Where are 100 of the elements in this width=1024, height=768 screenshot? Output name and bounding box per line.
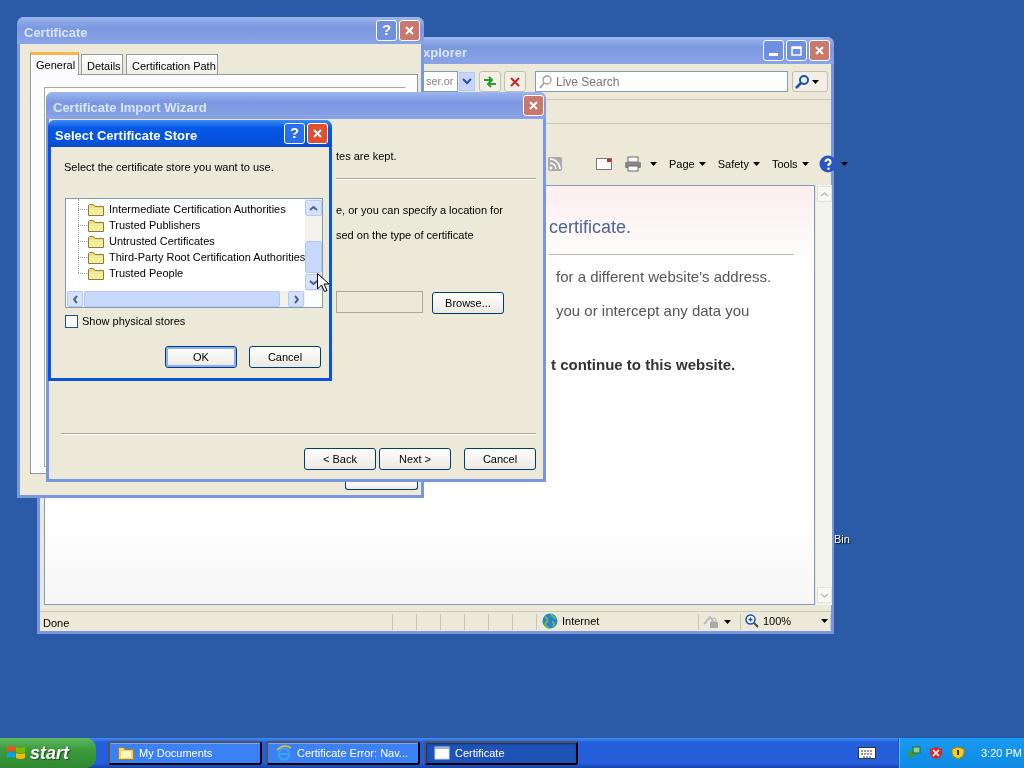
tree-item[interactable]: Trusted People [66, 265, 184, 281]
window-icon [434, 745, 450, 761]
taskbar-button[interactable]: Certificate [424, 741, 578, 765]
cancel-button[interactable]: Cancel [249, 346, 321, 368]
caret-icon [650, 162, 657, 166]
next-button[interactable]: Next > [379, 448, 451, 470]
browse-button[interactable]: Browse... [432, 292, 504, 314]
caret-icon [724, 620, 731, 624]
cancel-button[interactable]: Cancel [464, 448, 536, 470]
start-button[interactable]: start [0, 738, 96, 768]
instruction-text: sed on the type of certificate [336, 228, 474, 243]
desktop-icon-label[interactable]: Bin [834, 531, 850, 548]
scroll-up-icon [820, 192, 829, 197]
close-button[interactable] [809, 40, 830, 61]
tab[interactable]: Details [81, 54, 123, 74]
mail-icon [596, 158, 612, 170]
printer-icon [624, 156, 642, 172]
help-icon [818, 155, 837, 173]
address-field[interactable]: ser.or [423, 71, 458, 92]
zoom-icon [745, 614, 759, 629]
scrollbar[interactable] [305, 199, 322, 291]
scroll-down-icon [309, 280, 318, 285]
page-text: you or intercept any data you [556, 301, 750, 321]
window-title: xplorer [423, 44, 468, 62]
tree-item[interactable]: Untrusted Certificates [66, 233, 215, 249]
folder-icon [88, 250, 104, 264]
minimize-button[interactable] [763, 40, 784, 61]
dropdown-button[interactable] [459, 72, 475, 91]
prompt-text: Select the certificate store you want to use. [64, 160, 274, 175]
taskbar-button[interactable]: My Documents [108, 741, 262, 765]
close-icon [404, 25, 415, 36]
instruction-text: e, or you can specify a location for [336, 203, 503, 218]
cursor-icon [317, 273, 329, 292]
search-icon [539, 74, 552, 89]
folder-icon [88, 218, 104, 232]
lock-icon [702, 615, 720, 629]
caret-icon [801, 162, 809, 166]
instruction-text: tes are kept. [336, 149, 397, 164]
page-heading: certificate. [549, 216, 632, 239]
menu-button[interactable]: Page [669, 155, 706, 173]
taskbar-button[interactable]: Certificate Error: Nav... [266, 741, 420, 765]
search-button[interactable] [792, 71, 828, 92]
scroll-left-icon [72, 295, 78, 304]
caret-icon [821, 619, 829, 624]
checkbox-label[interactable]: Show physical stores [82, 313, 186, 330]
page-text: t continue to this website. [551, 355, 736, 375]
tab[interactable]: Certification Path [126, 54, 218, 74]
caret-icon [462, 78, 472, 85]
window-title: Certificate Import Wizard [53, 99, 207, 117]
help-button[interactable]: ? [284, 123, 305, 144]
stop-icon [510, 76, 520, 87]
zoom-button[interactable]: 100% [745, 613, 829, 630]
refresh-icon [483, 75, 497, 88]
security-shield-icon [951, 746, 965, 760]
keyboard-icon [858, 747, 876, 759]
page-text: for a different website's address. [556, 267, 772, 287]
folder-icon [118, 745, 134, 761]
tree-item[interactable]: Intermediate Certification Authorities [66, 201, 286, 217]
scroll-right-icon [293, 295, 299, 304]
close-button[interactable] [307, 123, 328, 144]
globe-icon [542, 613, 558, 630]
search-field[interactable]: Live Search [556, 72, 776, 91]
dialog-button[interactable] [345, 482, 418, 490]
scroll-up-icon [309, 206, 318, 211]
windows-flag-icon [6, 744, 26, 762]
refresh-button[interactable] [479, 71, 501, 92]
menu-button[interactable]: Tools [771, 155, 809, 173]
scrollbar[interactable] [67, 291, 305, 307]
scroll-down-icon [820, 593, 829, 598]
file-name-field[interactable] [336, 291, 423, 313]
close-button[interactable] [399, 20, 420, 41]
stop-button[interactable] [504, 71, 526, 92]
caret-icon [698, 162, 706, 166]
shield-icon [929, 746, 943, 760]
back-button[interactable]: < Back [304, 448, 376, 470]
close-icon [528, 100, 539, 111]
network-icon [907, 746, 921, 760]
close-icon [814, 45, 825, 56]
close-button[interactable] [523, 95, 544, 116]
tree-view[interactable]: Intermediate Certification Authorities Trusted Publishers Untrusted Certificates Third-Party Root Certification Authorities Trusted People [65, 198, 323, 308]
tree-item[interactable]: Trusted Publishers [66, 217, 201, 233]
help-button[interactable] [818, 155, 848, 173]
tree-item[interactable]: Third-Party Root Certification Authorities [66, 249, 306, 265]
zone-label: Internet [562, 614, 600, 629]
scrollbar[interactable] [815, 185, 832, 605]
folder-icon [88, 234, 104, 248]
folder-icon [88, 266, 104, 280]
tab[interactable]: General [30, 52, 79, 75]
checkbox[interactable] [65, 314, 78, 328]
browser-icon [276, 745, 292, 761]
clock: 3:20 PM [981, 745, 1022, 761]
close-icon [312, 128, 323, 139]
ok-button[interactable]: OK [165, 346, 237, 368]
search-box[interactable]: Live Search [535, 71, 788, 92]
caret-icon [812, 79, 819, 84]
maximize-button[interactable] [786, 40, 807, 61]
caret-icon [752, 162, 760, 166]
menu-button[interactable]: Safety [717, 155, 760, 173]
search-icon [795, 74, 809, 89]
status-text: Done [43, 616, 70, 631]
